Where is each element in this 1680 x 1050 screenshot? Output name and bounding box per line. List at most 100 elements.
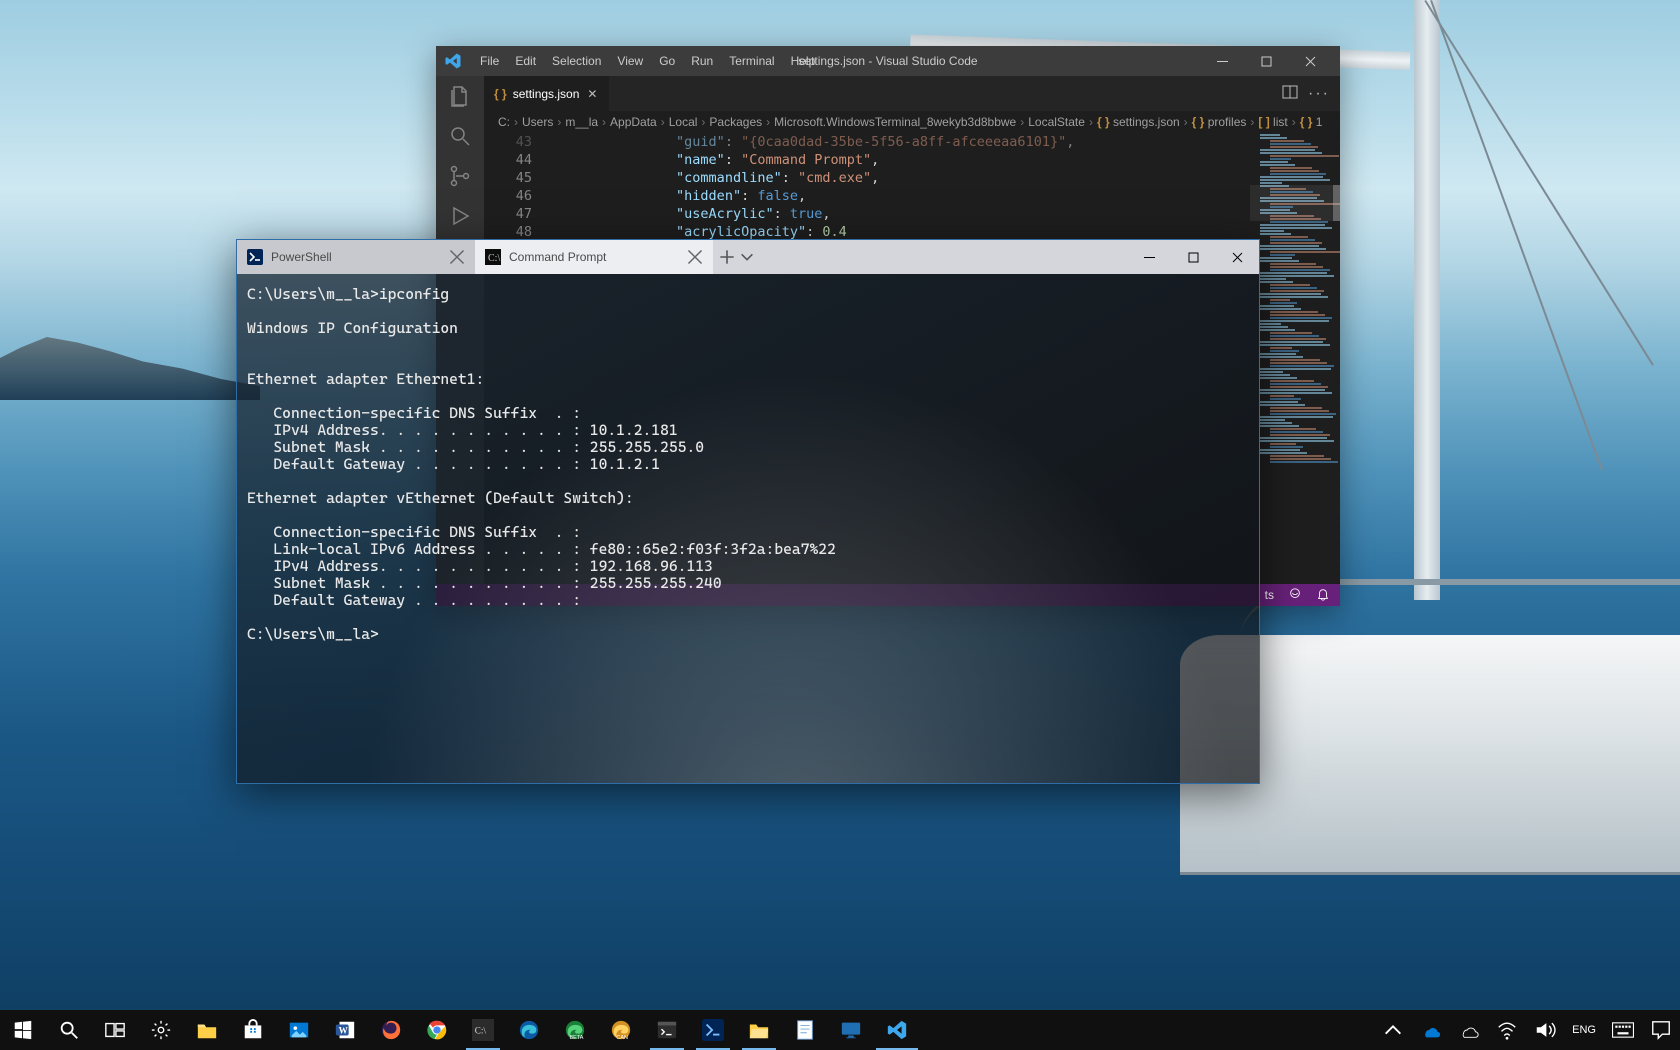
close-icon[interactable]: [449, 249, 465, 265]
menu-view[interactable]: View: [609, 54, 651, 68]
chevron-right-icon: ›: [1089, 115, 1093, 129]
maximize-button[interactable]: [1171, 240, 1215, 274]
close-button[interactable]: [1215, 240, 1259, 274]
command-prompt-app[interactable]: C:\: [460, 1010, 506, 1050]
code-line[interactable]: "guid": "{0caa0dad-35be-5f56-a8ff-afceee…: [546, 133, 1332, 151]
breadcrumb-segment[interactable]: AppData: [610, 115, 657, 129]
microsoft-store-app[interactable]: [230, 1010, 276, 1050]
file-explorer-app[interactable]: [184, 1010, 230, 1050]
breadcrumb-segment[interactable]: Users: [522, 115, 553, 129]
breadcrumb-segment[interactable]: Packages: [709, 115, 762, 129]
cmd-icon: C:\: [472, 1019, 494, 1041]
terminal-titlebar[interactable]: PowerShell C:\ Command Prompt: [237, 240, 1259, 274]
task-view-button[interactable]: [92, 1010, 138, 1050]
code-line[interactable]: "useAcrylic": true,: [546, 205, 1332, 223]
onedrive-icon[interactable]: [1412, 1010, 1450, 1050]
maximize-button[interactable]: [1244, 46, 1288, 76]
breadcrumb-segment[interactable]: LocalState: [1028, 115, 1085, 129]
volume-icon[interactable]: [1526, 1010, 1564, 1050]
vscode-minimap[interactable]: [1250, 133, 1340, 584]
object-icon: { }: [1192, 115, 1208, 129]
menu-edit[interactable]: Edit: [507, 54, 544, 68]
menu-help[interactable]: Help: [783, 54, 824, 68]
breadcrumb-segment[interactable]: m__la: [565, 115, 598, 129]
close-icon[interactable]: ✕: [585, 87, 599, 101]
object-icon: { }: [1300, 115, 1316, 129]
edge-canary-app[interactable]: CAN: [598, 1010, 644, 1050]
breadcrumb-segment[interactable]: { } settings.json: [1097, 115, 1180, 129]
firefox-icon: [380, 1019, 402, 1041]
settings-app[interactable]: [138, 1010, 184, 1050]
vscode-breadcrumb[interactable]: C:›Users›m__la›AppData›Local›Packages›Mi…: [484, 111, 1340, 133]
breadcrumb-segment[interactable]: C:: [498, 115, 510, 129]
network-icon[interactable]: [1488, 1010, 1526, 1050]
breadcrumb-segment[interactable]: Local: [669, 115, 698, 129]
firefox-app[interactable]: [368, 1010, 414, 1050]
display-icon: [840, 1019, 862, 1041]
minimize-button[interactable]: [1200, 46, 1244, 76]
menu-run[interactable]: Run: [683, 54, 721, 68]
powershell-app[interactable]: [690, 1010, 736, 1050]
start-button[interactable]: [0, 1010, 46, 1050]
word-app[interactable]: W: [322, 1010, 368, 1050]
search-icon[interactable]: [448, 124, 472, 148]
breadcrumb-label: Users: [522, 115, 553, 129]
close-button[interactable]: [1288, 46, 1332, 76]
breadcrumb-label: m__la: [565, 115, 598, 129]
tab-label: settings.json: [513, 87, 580, 101]
menu-file[interactable]: File: [472, 54, 507, 68]
edge-beta-app[interactable]: BETA: [552, 1010, 598, 1050]
menu-selection[interactable]: Selection: [544, 54, 609, 68]
code-line[interactable]: "name": "Command Prompt",: [546, 151, 1332, 169]
search-button[interactable]: [46, 1010, 92, 1050]
new-tab-button[interactable]: [719, 249, 735, 265]
tab-command-prompt[interactable]: C:\ Command Prompt: [475, 240, 713, 274]
chrome-app[interactable]: [414, 1010, 460, 1050]
minimap-viewport[interactable]: [1250, 185, 1340, 221]
windows-taskbar[interactable]: W C:\ BETA CAN ENG: [0, 1010, 1680, 1050]
edge-dev-app[interactable]: [506, 1010, 552, 1050]
code-line[interactable]: "commandline": "cmd.exe",: [546, 169, 1332, 187]
cloud-icon[interactable]: [1450, 1010, 1488, 1050]
breadcrumb-segment[interactable]: [ ] list: [1258, 115, 1287, 129]
tray-overflow-chevron[interactable]: [1374, 1010, 1412, 1050]
split-editor-icon[interactable]: [1282, 84, 1298, 103]
run-debug-icon[interactable]: [448, 204, 472, 228]
breadcrumb-segment[interactable]: { } profiles: [1192, 115, 1247, 129]
close-icon[interactable]: [687, 249, 703, 265]
edge-beta-icon: BETA: [564, 1019, 586, 1041]
terminal-output[interactable]: C:\Users\m__la>ipconfig Windows IP Confi…: [237, 274, 1259, 783]
breadcrumb-segment[interactable]: Microsoft.WindowsTerminal_8wekyb3d8bbwe: [774, 115, 1016, 129]
notepad-app[interactable]: [782, 1010, 828, 1050]
explorer-running[interactable]: [736, 1010, 782, 1050]
edge-dev-icon: [518, 1019, 540, 1041]
menu-terminal[interactable]: Terminal: [721, 54, 782, 68]
folder-open-icon: [748, 1019, 770, 1041]
bell-icon[interactable]: [1316, 587, 1330, 604]
vscode-app[interactable]: [874, 1010, 920, 1050]
explorer-icon[interactable]: [448, 84, 472, 108]
minimize-button[interactable]: [1127, 240, 1171, 274]
source-control-icon[interactable]: [448, 164, 472, 188]
svg-text:C:\: C:\: [488, 253, 500, 264]
action-center-icon[interactable]: [1642, 1010, 1680, 1050]
menu-go[interactable]: Go: [651, 54, 683, 68]
status-item[interactable]: ts: [1265, 588, 1274, 602]
minimap-scroll-thumb[interactable]: [1333, 185, 1340, 221]
tab-powershell[interactable]: PowerShell: [237, 240, 475, 274]
terminal-app[interactable]: [644, 1010, 690, 1050]
touch-keyboard-icon[interactable]: [1604, 1010, 1642, 1050]
code-line[interactable]: "hidden": false,: [546, 187, 1332, 205]
photos-app[interactable]: [276, 1010, 322, 1050]
breadcrumb-label: 1: [1316, 115, 1323, 129]
breadcrumb-segment[interactable]: { } 1: [1300, 115, 1323, 129]
json-icon: { }: [1097, 115, 1113, 129]
tab-settings-json[interactable]: { } settings.json ✕: [484, 76, 610, 111]
display-app[interactable]: [828, 1010, 874, 1050]
input-language[interactable]: ENG: [1564, 1010, 1604, 1050]
feedback-icon[interactable]: [1288, 587, 1302, 604]
windows-terminal-window[interactable]: PowerShell C:\ Command Prompt C:\Users\m…: [236, 239, 1260, 784]
more-actions-icon[interactable]: ···: [1308, 85, 1330, 103]
vscode-titlebar[interactable]: File Edit Selection View Go Run Terminal…: [436, 46, 1340, 76]
new-tab-dropdown[interactable]: [739, 249, 755, 265]
